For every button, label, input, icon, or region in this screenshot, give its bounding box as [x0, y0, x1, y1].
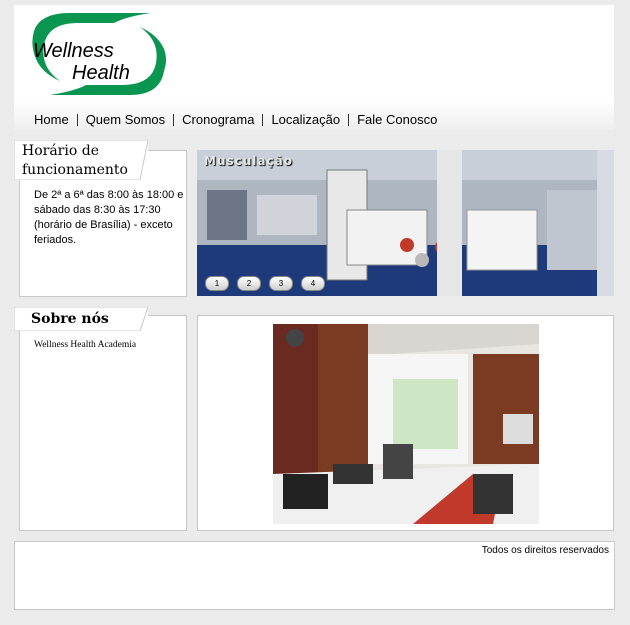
about-text: Wellness Health Academia: [34, 340, 137, 350]
gym-slide-image: [197, 150, 614, 296]
hours-title-tab: Horário de funcionamento: [14, 140, 148, 180]
footer-text: Todos os direitos reservados: [481, 545, 609, 556]
header: Wellness Health Home Quem Somos Cronogra…: [14, 5, 614, 130]
slider-page-2[interactable]: 2: [237, 276, 261, 291]
hours-text: De 2ª a 6ª das 8:00 às 18:00 e sábado da…: [34, 189, 184, 246]
gym-interior-image: [273, 324, 539, 524]
nav-home[interactable]: Home: [26, 112, 77, 127]
image-slider[interactable]: Musculação 1 2 3 4: [197, 150, 614, 296]
logo-text-line1: Wellness: [33, 40, 114, 62]
logo-text-line2: Health: [72, 62, 130, 84]
slider-page-4[interactable]: 4: [301, 276, 325, 291]
hours-title-line1: Horário de: [22, 143, 99, 159]
nav-localizacao[interactable]: Localização: [263, 112, 348, 127]
slide-title: Musculação: [204, 154, 293, 168]
footer: Todos os direitos reservados: [14, 541, 615, 610]
nav-fale-conosco[interactable]: Fale Conosco: [349, 112, 445, 127]
gym-photo: [273, 324, 539, 524]
about-title: Sobre nós: [31, 311, 109, 327]
slider-page-1[interactable]: 1: [205, 276, 229, 291]
about-title-tab: Sobre nós: [14, 307, 148, 331]
slider-page-3[interactable]: 3: [269, 276, 293, 291]
logo[interactable]: Wellness Health: [30, 11, 166, 97]
hours-title-line2: funcionamento: [22, 162, 128, 178]
nav-cronograma[interactable]: Cronograma: [174, 112, 262, 127]
slider-pager: 1 2 3 4: [205, 276, 325, 291]
nav-bar: Home Quem Somos Cronograma Localização F…: [14, 101, 614, 130]
nav-quem-somos[interactable]: Quem Somos: [78, 112, 173, 127]
